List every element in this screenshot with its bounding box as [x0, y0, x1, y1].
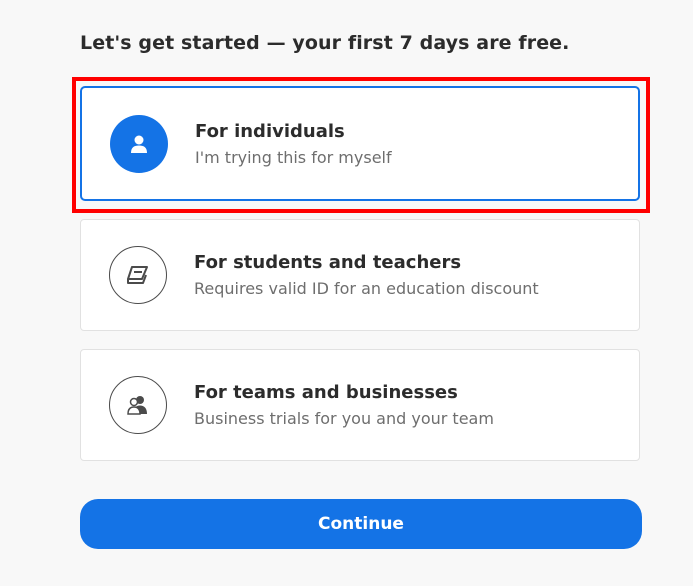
page-heading: Let's get started — your first 7 days ar… [80, 32, 570, 54]
continue-button[interactable]: Continue [80, 499, 642, 549]
option-students-text: For students and teachers Requires valid… [194, 252, 539, 298]
option-teams-businesses[interactable]: For teams and businesses Business trials… [80, 349, 640, 461]
option-subtitle: Business trials for you and your team [194, 409, 494, 428]
plan-selection-page: Let's get started — your first 7 days ar… [0, 0, 693, 586]
option-title: For students and teachers [194, 252, 462, 273]
option-students-teachers[interactable]: For students and teachers Requires valid… [80, 219, 640, 331]
option-individuals[interactable]: For individuals I'm trying this for myse… [80, 86, 640, 201]
option-subtitle: I'm trying this for myself [195, 147, 392, 167]
option-subtitle: Requires valid ID for an education disco… [194, 279, 539, 298]
book-icon [109, 246, 167, 304]
option-individuals-text: For individuals I'm trying this for myse… [195, 121, 392, 167]
group-icon [109, 376, 167, 434]
option-teams-text: For teams and businesses Business trials… [194, 382, 494, 428]
option-title: For teams and businesses [194, 382, 458, 403]
person-icon [110, 114, 168, 173]
option-title: For individuals [195, 120, 345, 142]
